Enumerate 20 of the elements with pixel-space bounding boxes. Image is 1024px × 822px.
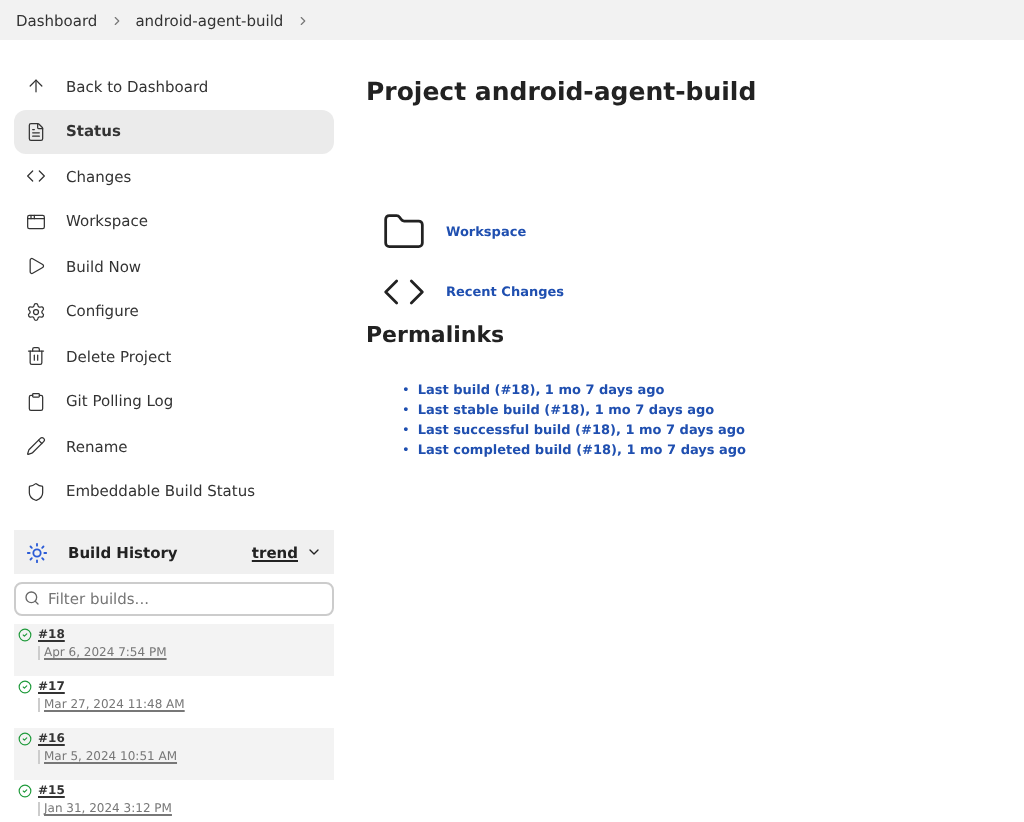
success-check-icon	[18, 732, 32, 746]
trash-icon	[26, 346, 46, 367]
permalinks-heading: Permalinks	[366, 322, 507, 348]
success-check-icon	[18, 784, 32, 798]
chevron-down-icon	[306, 544, 322, 560]
play-icon	[26, 256, 46, 277]
clipboard-icon	[26, 391, 46, 412]
chevron-right-icon	[109, 13, 124, 27]
project-title: Project android-agent-build	[366, 76, 759, 106]
arrow-up-icon	[26, 76, 46, 97]
chevron-right-icon	[295, 13, 310, 27]
success-check-icon	[18, 680, 32, 694]
sun-icon	[26, 541, 48, 563]
settings-icon	[26, 301, 46, 322]
document-icon	[26, 121, 46, 142]
success-check-icon	[18, 628, 32, 642]
shield-icon	[26, 481, 46, 502]
code-icon	[26, 166, 46, 187]
pencil-icon	[26, 436, 46, 457]
search-icon	[24, 590, 40, 606]
